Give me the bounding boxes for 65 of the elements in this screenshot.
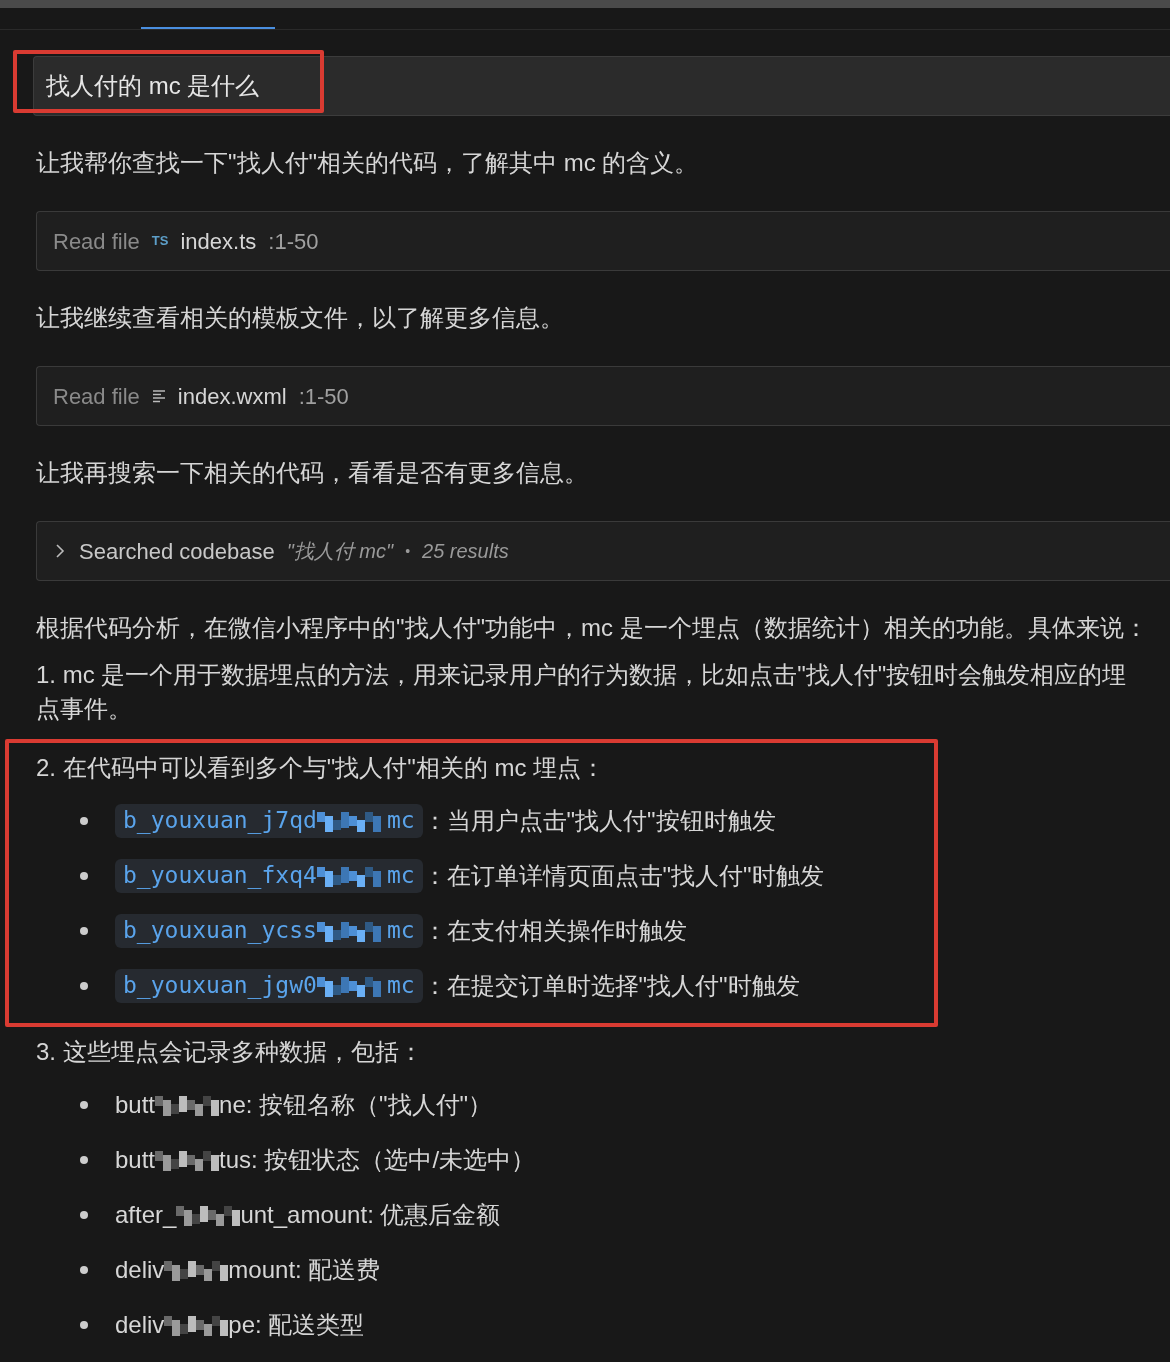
field-name: deliv: [115, 1254, 165, 1285]
result-count: 25 results: [422, 539, 509, 564]
code-name: b_youxuan_fxq4: [123, 861, 317, 891]
field-description: unt_amount: 优惠后金额: [240, 1199, 501, 1230]
action-label: Read file: [53, 382, 140, 411]
item-description: ：在提交订单时选择"找人付"时触发: [422, 970, 800, 1001]
item-description: ：当用户点击"找人付"按钮时触发: [422, 805, 776, 836]
redaction-mosaic: [316, 809, 381, 832]
item-description: ：在支付相关操作时触发: [422, 915, 687, 946]
field-name: butt: [115, 1144, 156, 1175]
message-text: 让我继续查看相关的模板文件，以了解更多信息。: [36, 303, 565, 333]
bullet-icon: [80, 816, 88, 825]
item-description: ：在订单详情页面点击"找人付"时触发: [422, 860, 824, 891]
redaction-mosaic: [316, 974, 381, 997]
code-name: mc: [386, 861, 415, 891]
redaction-mosaic: [176, 1203, 241, 1226]
redaction-mosaic: [316, 919, 381, 942]
code-name: mc: [386, 806, 415, 836]
text-file-icon: [151, 389, 166, 403]
bullet-icon: [80, 871, 88, 880]
chevron-right-icon[interactable]: [53, 543, 67, 559]
code-name: b_youxuan_jgw0: [123, 971, 317, 1001]
bullet-icon: [80, 1155, 88, 1164]
message-text: 让我再搜索一下相关的代码，看看是否有更多信息。: [36, 458, 589, 488]
code-name: b_youxuan_ycss: [123, 916, 317, 946]
field-description: tus: 按钮状态（选中/未选中）: [219, 1144, 536, 1175]
bullet-icon: [80, 926, 88, 935]
file-type-label: TS: [151, 232, 169, 251]
field-description: pe: 配送类型: [228, 1309, 365, 1340]
line-range: :1-50: [268, 227, 319, 256]
search-result-card[interactable]: Searched codebase "找人付 mc" • 25 results: [36, 521, 1170, 581]
action-label: Read file: [53, 227, 140, 256]
message-text: 2. 在代码中可以看到多个与"找人付"相关的 mc 埋点：: [36, 753, 607, 783]
redaction-mosaic: [155, 1148, 220, 1171]
tool-call-card[interactable]: Read file TS index.ts :1-50: [36, 211, 1170, 271]
search-query: "找人付 mc": [286, 539, 394, 564]
redaction-mosaic: [164, 1258, 229, 1281]
separator-dot: •: [405, 541, 411, 561]
bullet-icon: [80, 1265, 88, 1274]
code-name: mc: [386, 916, 415, 946]
field-name: after_: [115, 1199, 177, 1230]
question-text: 找人付的 mc 是什么: [46, 71, 260, 101]
line-range: :1-50: [298, 382, 349, 411]
question-box[interactable]: 找人付的 mc 是什么: [33, 56, 1170, 116]
message-text: 1. mc 是一个用于数据埋点的方法，用来记录用户的行为数据，比如点击"找人付"按钮时会触发相应的埋点事件。: [36, 660, 1128, 724]
code-name: b_youxuan_j7qd: [123, 806, 317, 836]
file-name: index.wxml: [177, 382, 287, 411]
bullet-icon: [80, 1320, 88, 1329]
message-text: 3. 这些埋点会记录多种数据，包括：: [36, 1037, 424, 1067]
field-description: mount: 配送费: [228, 1254, 381, 1285]
redaction-mosaic: [316, 864, 381, 887]
tool-call-card[interactable]: Read file index.wxml :1-50: [36, 366, 1170, 426]
bullet-icon: [80, 1100, 88, 1109]
redaction-mosaic: [155, 1093, 220, 1116]
field-name: butt: [115, 1089, 156, 1120]
field-name: deliv: [115, 1309, 165, 1340]
code-name: mc: [386, 971, 415, 1001]
message-text: 让我帮你查找一下"找人付"相关的代码，了解其中 mc 的含义。: [36, 148, 700, 178]
bullet-icon: [80, 1210, 88, 1219]
redaction-mosaic: [164, 1313, 229, 1336]
search-label: Searched codebase: [79, 537, 275, 566]
file-name: index.ts: [180, 227, 257, 256]
message-text: 根据代码分析，在微信小程序中的"找人付"功能中，mc 是一个埋点（数据统计）相关的功能。具体来说：: [36, 613, 1149, 643]
bullet-icon: [80, 981, 88, 990]
field-description: ne: 按钮名称（"找人付"）: [219, 1089, 493, 1120]
